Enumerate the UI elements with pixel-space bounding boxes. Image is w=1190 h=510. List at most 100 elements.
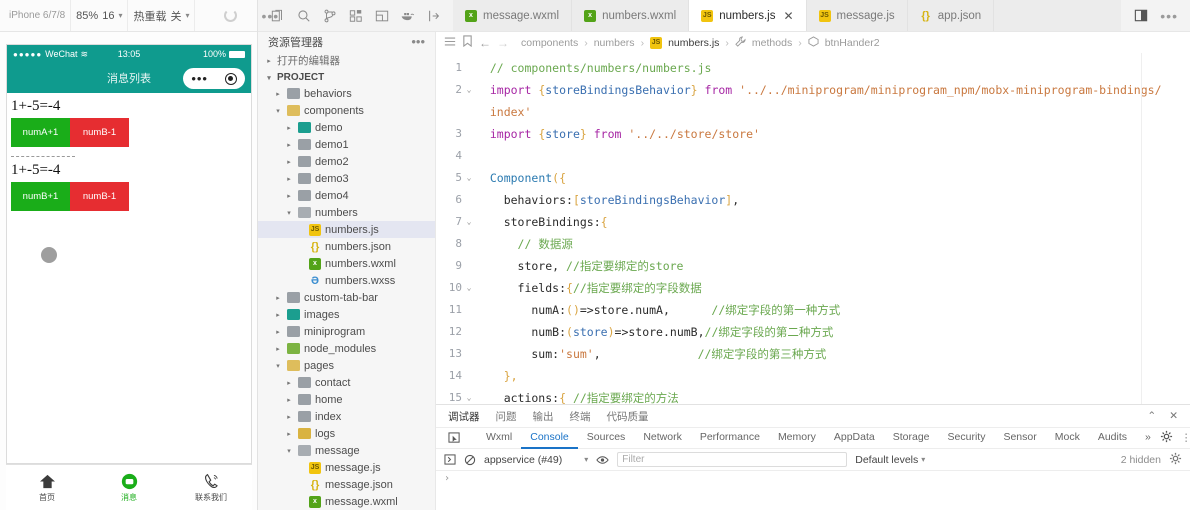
extensions-icon[interactable] bbox=[348, 8, 363, 23]
more-icon[interactable]: ••• bbox=[1160, 9, 1178, 23]
tree-item-home[interactable]: ▸ home bbox=[258, 391, 435, 408]
tree-item-numbers-js[interactable]: JS numbers.js bbox=[258, 221, 435, 238]
bookmark-icon[interactable] bbox=[462, 35, 473, 50]
devtools-overflow[interactable]: » bbox=[1136, 427, 1160, 449]
breadcrumb-item-methods[interactable]: methods bbox=[752, 37, 792, 49]
tree-item-message-json[interactable]: {} message.json bbox=[258, 476, 435, 493]
tree-item-index[interactable]: ▸ index bbox=[258, 408, 435, 425]
devtools-tab-wxml[interactable]: Wxml bbox=[477, 427, 521, 449]
tree-item-numbers-wxss[interactable]: Ənumbers.wxss bbox=[258, 272, 435, 289]
search-icon[interactable] bbox=[296, 8, 311, 23]
more-icon[interactable]: ••• bbox=[411, 35, 425, 48]
debug-icon[interactable] bbox=[426, 8, 441, 23]
devtools-tab-storage[interactable]: Storage bbox=[884, 427, 939, 449]
inspect-icon[interactable] bbox=[444, 432, 465, 444]
tree-item-demo3[interactable]: ▸ demo3 bbox=[258, 170, 435, 187]
devtools-tab-sources[interactable]: Sources bbox=[578, 427, 635, 449]
devtools-tab-network[interactable]: Network bbox=[634, 427, 691, 449]
open-editors-section[interactable]: ▸ 打开的编辑器 bbox=[258, 51, 435, 70]
console-context-select[interactable]: appservice (#49) ▾ bbox=[484, 454, 588, 466]
panel-tab-terminal[interactable]: 终端 bbox=[570, 409, 591, 424]
device-selector[interactable]: iPhone 6/7/8 bbox=[4, 0, 72, 31]
breadcrumb-item-numbers[interactable]: numbers bbox=[594, 37, 635, 49]
panel-tab-code-quality[interactable]: 代码质量 bbox=[607, 409, 649, 424]
clear-console-icon[interactable] bbox=[464, 454, 476, 466]
breadcrumb-item-btnhander2[interactable]: btnHander2 bbox=[825, 37, 880, 49]
tabbar-item-home[interactable]: 首页 bbox=[6, 465, 88, 510]
fold-toggle-icon[interactable]: ⌄ bbox=[462, 387, 476, 404]
close-icon[interactable]: ✕ bbox=[1169, 410, 1178, 422]
editor-tab-message-wxml[interactable]: x message.wxml bbox=[453, 0, 573, 31]
editor-tab-numbers-js[interactable]: JS numbers.js ✕ bbox=[689, 0, 807, 31]
devtools-tab-audits[interactable]: Audits bbox=[1089, 427, 1136, 449]
editor-tab-message-js[interactable]: JS message.js bbox=[806, 0, 908, 31]
numB-decrement-button[interactable]: numB-1 bbox=[70, 118, 129, 147]
tree-item-numbers[interactable]: ▾ numbers bbox=[258, 204, 435, 221]
source-control-icon[interactable] bbox=[322, 8, 337, 23]
editor-tab-numbers-wxml[interactable]: x numbers.wxml bbox=[572, 0, 690, 31]
simulator-more-button[interactable]: ••• bbox=[256, 0, 284, 31]
devtools-tab-performance[interactable]: Performance bbox=[691, 427, 769, 449]
project-section[interactable]: ▾ PROJECT bbox=[258, 70, 435, 85]
console-output[interactable]: › bbox=[436, 471, 1190, 510]
tree-item-numbers-json[interactable]: {} numbers.json bbox=[258, 238, 435, 255]
more-vertical-icon[interactable]: ⋮ bbox=[1181, 432, 1190, 444]
tree-item-behaviors[interactable]: ▸ behaviors bbox=[258, 85, 435, 102]
tree-item-custom-tab-bar[interactable]: ▸ custom-tab-bar bbox=[258, 289, 435, 306]
tree-item-message[interactable]: ▾ message bbox=[258, 442, 435, 459]
editor-tab-app-json[interactable]: {} app.json bbox=[907, 0, 995, 31]
close-icon[interactable]: ✕ bbox=[783, 9, 793, 23]
forward-arrow-icon[interactable]: → bbox=[497, 36, 509, 50]
devtools-tab-security[interactable]: Security bbox=[939, 427, 995, 449]
fold-toggle-icon[interactable]: ⌄ bbox=[462, 211, 476, 233]
panel-tab-problems[interactable]: 问题 bbox=[496, 409, 517, 424]
tree-item-components[interactable]: ▾ components bbox=[258, 102, 435, 119]
docker-icon[interactable] bbox=[400, 8, 415, 23]
panel-tab-output[interactable]: 输出 bbox=[533, 409, 554, 424]
devtools-tab-console[interactable]: Console bbox=[521, 427, 578, 449]
fold-toggle-icon[interactable]: ⌄ bbox=[462, 277, 476, 299]
numB-decrement-button-2[interactable]: numB-1 bbox=[70, 182, 129, 211]
numA-increment-button[interactable]: numA+1 bbox=[11, 118, 70, 147]
breadcrumb-item-components[interactable]: components bbox=[521, 37, 578, 49]
devtools-tab-memory[interactable]: Memory bbox=[769, 427, 825, 449]
numB-increment-button-2[interactable]: numB+1 bbox=[11, 182, 70, 211]
gear-icon[interactable] bbox=[1169, 452, 1182, 468]
tree-item-images[interactable]: ▸ images bbox=[258, 306, 435, 323]
console-levels-select[interactable]: Default levels ▾ bbox=[855, 454, 925, 466]
layout-icon[interactable] bbox=[374, 8, 389, 23]
tree-item-message-js[interactable]: JS message.js bbox=[258, 459, 435, 476]
chevron-up-icon[interactable]: ⌃ bbox=[1147, 410, 1156, 422]
back-arrow-icon[interactable]: ← bbox=[479, 36, 491, 50]
outline-icon[interactable] bbox=[444, 36, 456, 50]
tabbar-item-contact[interactable]: 联系我们 bbox=[170, 465, 252, 510]
devtools-tab-sensor[interactable]: Sensor bbox=[994, 427, 1045, 449]
scale-selector[interactable]: 85% 16 ▾ bbox=[71, 0, 129, 31]
sidebar-icon[interactable] bbox=[444, 454, 456, 465]
tree-item-message-wxml[interactable]: x message.wxml bbox=[258, 493, 435, 510]
tree-item-demo1[interactable]: ▸ demo1 bbox=[258, 136, 435, 153]
tabbar-item-message[interactable]: 消息 bbox=[88, 465, 170, 510]
fold-toggle-icon[interactable]: ⌄ bbox=[462, 79, 476, 101]
capsule-button[interactable]: ••• bbox=[183, 68, 245, 89]
fold-toggle-icon[interactable]: ⌄ bbox=[462, 167, 476, 189]
console-filter-input[interactable]: Filter bbox=[617, 452, 848, 467]
panel-tab-debugger[interactable]: 调试器 bbox=[448, 409, 480, 424]
tree-item-demo4[interactable]: ▸ demo4 bbox=[258, 187, 435, 204]
tree-item-pages[interactable]: ▾ pages bbox=[258, 357, 435, 374]
tree-item-contact[interactable]: ▸ contact bbox=[258, 374, 435, 391]
devtools-tab-mock[interactable]: Mock bbox=[1046, 427, 1089, 449]
tree-item-demo2[interactable]: ▸ demo2 bbox=[258, 153, 435, 170]
hot-reload-toggle[interactable]: 热重载 关 ▾ bbox=[128, 0, 196, 31]
tree-item-miniprogram[interactable]: ▸ miniprogram bbox=[258, 323, 435, 340]
split-editor-icon[interactable] bbox=[1133, 8, 1148, 23]
devtools-tab-appdata[interactable]: AppData bbox=[825, 427, 884, 449]
tree-item-demo[interactable]: ▸ demo bbox=[258, 119, 435, 136]
tree-item-node-modules[interactable]: ▸ node_modules bbox=[258, 340, 435, 357]
breadcrumb-item-numbers-js[interactable]: numbers.js bbox=[668, 37, 719, 49]
tree-item-logs[interactable]: ▸ logs bbox=[258, 425, 435, 442]
gear-icon[interactable] bbox=[1160, 430, 1173, 446]
tree-item-numbers-wxml[interactable]: x numbers.wxml bbox=[258, 255, 435, 272]
eye-icon[interactable] bbox=[596, 455, 609, 465]
refresh-button[interactable] bbox=[219, 0, 242, 31]
